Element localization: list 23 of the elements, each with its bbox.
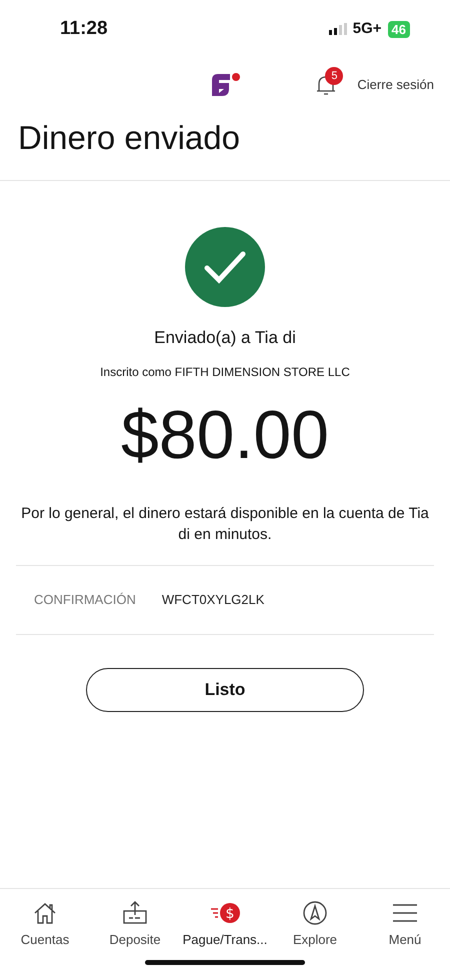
confirmation-number: WFCT0XYLG2LK [162,590,264,609]
enrolled-text: Inscrito como FIFTH DIMENSION STORE LLC [100,364,350,380]
check-circle-icon [185,227,265,307]
recipient-text: Enviado(a) a Tia di [154,327,296,349]
confirmation-label: CONFIRMACIÓN [34,590,136,609]
status-time: 11:28 [60,16,108,41]
nav-tab[interactable]: Menú [360,900,450,949]
page-title: Dinero enviado [17,118,241,158]
compass-icon [302,900,328,926]
availability-note: Por lo general, el dinero estará disponible en la cuenta de Tia di en minutos. [20,504,430,544]
nav-tab[interactable]: Cuentas [0,900,90,949]
deposit-icon [121,900,149,926]
logout-link[interactable]: Cierre sesión [357,75,434,95]
signal-icon [328,23,347,35]
done-button[interactable]: Listo [86,668,364,712]
battery-level: 46 [388,20,410,38]
nav-tab[interactable]: Deposite [90,900,180,949]
app-logo [210,72,242,98]
amount: $80.00 [121,396,329,474]
network-label: 5G+ [352,18,382,39]
nav-tab[interactable]: Explore [270,900,360,949]
notification-badge: 5 [325,67,344,85]
nav-tab[interactable]: $ Pague/Trans... [180,900,270,949]
